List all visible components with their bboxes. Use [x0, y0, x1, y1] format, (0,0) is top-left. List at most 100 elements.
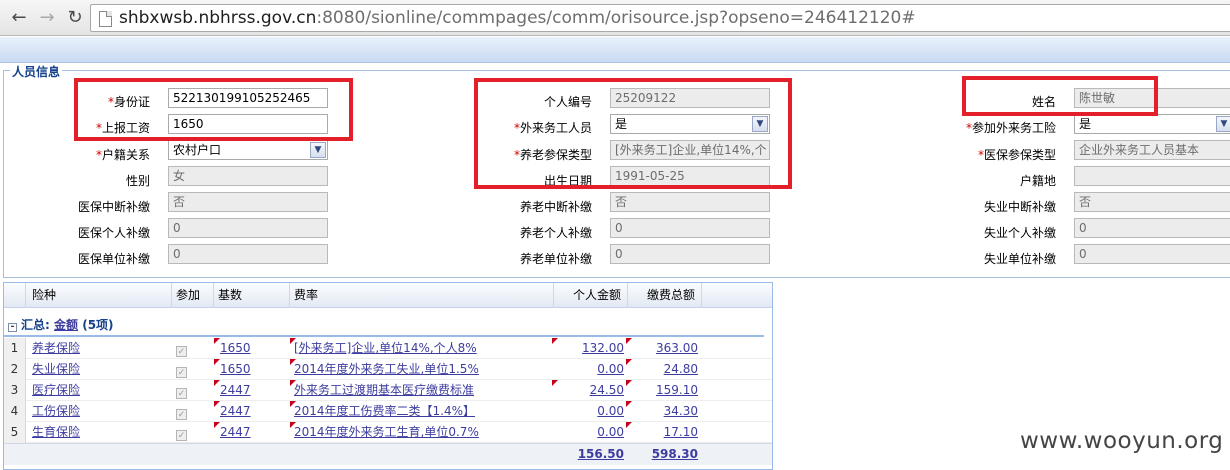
- header-insurance-type[interactable]: 险种: [26, 283, 172, 308]
- insurance-type-link[interactable]: 生育保险: [32, 422, 172, 443]
- rate-cell[interactable]: 外来务工过渡期基本医疗缴费标准: [294, 380, 552, 401]
- unemp-personal-field: 0: [1074, 218, 1230, 238]
- rate-cell[interactable]: [外来务工]企业,单位14%,个人8%: [294, 338, 552, 359]
- unemp-personal-label: 失业个人补缴: [983, 226, 1056, 240]
- rate-cell[interactable]: 2014年度工伤费率二类【1.4%】: [294, 401, 552, 422]
- group-count: (5项): [82, 318, 114, 332]
- med-interrupt-label: 医保中断补缴: [77, 200, 150, 214]
- url-path: :8080/sionline/commpages/comm/orisource.…: [316, 8, 916, 28]
- url-text: shbxwsb.nbhrss.gov.cn:8080/sionline/comm…: [119, 8, 916, 28]
- row-number: 4: [4, 401, 26, 422]
- pen-unit-label: 养老单位补缴: [519, 252, 592, 266]
- med-interrupt-field: 否: [168, 192, 328, 212]
- pen-interrupt-field: 否: [610, 192, 770, 212]
- hukou-place-label: 户籍地: [1019, 174, 1056, 188]
- checkbox-icon: ✓: [176, 367, 187, 378]
- sum-personal-amount[interactable]: 156.50: [554, 444, 624, 465]
- unemp-interrupt-label: 失业中断补缴: [983, 200, 1056, 214]
- section-legend: 人员信息: [10, 63, 63, 80]
- hukou-place-field: [1074, 166, 1230, 186]
- gender-label: 性别: [125, 174, 150, 188]
- personal-amount-cell[interactable]: 0.00: [554, 359, 624, 380]
- checkbox-icon: ✓: [176, 430, 187, 441]
- chevron-down-icon[interactable]: ▼: [310, 142, 326, 158]
- header-row-number: [4, 283, 26, 308]
- highlight-box-pension: [474, 78, 792, 189]
- back-arrow-icon[interactable]: ←: [6, 6, 32, 30]
- personal-amount-cell[interactable]: 132.00: [554, 338, 624, 359]
- rate-cell[interactable]: 2014年度外来务工生育,单位0.7%: [294, 422, 552, 443]
- base-cell[interactable]: 2447: [220, 380, 286, 401]
- checkbox-icon: ✓: [176, 409, 187, 420]
- table-row[interactable]: 3 医疗保险 ✓ 2447 外来务工过渡期基本医疗缴费标准 24.50 159.…: [4, 380, 772, 401]
- base-cell[interactable]: 2447: [220, 422, 286, 443]
- join-migrant-select[interactable]: 是 ▼: [1074, 114, 1230, 134]
- insurance-type-link[interactable]: 医疗保险: [32, 380, 172, 401]
- join-checkbox[interactable]: ✓: [176, 401, 206, 422]
- row-number: 3: [4, 380, 26, 401]
- url-host: shbxwsb.nbhrss.gov.cn: [119, 8, 317, 28]
- checkbox-icon: ✓: [176, 388, 187, 399]
- grid-header: 险种 参加 基数 费率 个人金额 缴费总额: [4, 283, 772, 308]
- unemp-unit-field: 0: [1074, 244, 1230, 264]
- checkbox-icon: ✓: [176, 346, 187, 357]
- sum-total-amount[interactable]: 598.30: [628, 444, 698, 465]
- total-amount-cell[interactable]: 159.10: [628, 380, 698, 401]
- join-checkbox[interactable]: ✓: [176, 422, 206, 443]
- pen-interrupt-label: 养老中断补缴: [519, 200, 592, 214]
- table-row[interactable]: 2 失业保险 ✓ 1650 2014年度外来务工失业,单位1.5% 0.00 2…: [4, 359, 772, 380]
- join-checkbox[interactable]: ✓: [176, 338, 206, 359]
- highlight-box-name: [962, 76, 1158, 116]
- base-cell[interactable]: 2447: [220, 401, 286, 422]
- unemp-unit-label: 失业单位补缴: [983, 252, 1056, 266]
- household-value: 农村户口: [173, 143, 222, 157]
- total-amount-cell[interactable]: 34.30: [628, 401, 698, 422]
- rate-cell[interactable]: 2014年度外来务工失业,单位1.5%: [294, 359, 552, 380]
- header-base[interactable]: 基数: [214, 283, 290, 308]
- table-row[interactable]: 5 生育保险 ✓ 2447 2014年度外来务工生育,单位0.7% 0.00 1…: [4, 422, 772, 443]
- unemp-interrupt-field: 否: [1074, 192, 1230, 212]
- total-amount-cell[interactable]: 24.80: [628, 359, 698, 380]
- med-personal-label: 医保个人补缴: [77, 226, 150, 240]
- insurance-type-link[interactable]: 失业保险: [32, 359, 172, 380]
- watermark-text: www.wooyun.org: [1020, 428, 1224, 454]
- header-personal-amount[interactable]: 个人金额: [554, 283, 628, 308]
- household-label: *户籍关系: [95, 148, 150, 162]
- reload-icon[interactable]: ↻: [62, 6, 88, 30]
- header-total-amount[interactable]: 缴费总额: [628, 283, 702, 308]
- join-migrant-value: 是: [1079, 117, 1092, 131]
- insurance-type-link[interactable]: 工伤保险: [32, 401, 172, 422]
- personal-amount-cell[interactable]: 24.50: [554, 380, 624, 401]
- address-bar[interactable]: shbxwsb.nbhrss.gov.cn:8080/sionline/comm…: [90, 4, 1230, 32]
- join-checkbox[interactable]: ✓: [176, 359, 206, 380]
- base-cell[interactable]: 1650: [220, 359, 286, 380]
- highlight-box-id-wage: [74, 78, 353, 141]
- header-rate[interactable]: 费率: [290, 283, 554, 308]
- base-cell[interactable]: 1650: [220, 338, 286, 359]
- collapse-minus-icon[interactable]: -: [8, 323, 17, 332]
- forward-arrow-icon[interactable]: →: [34, 6, 60, 30]
- pen-personal-label: 养老个人补缴: [519, 226, 592, 240]
- group-prefix: 汇总:: [21, 318, 50, 332]
- chevron-down-icon[interactable]: ▼: [1216, 116, 1230, 132]
- browser-toolbar: ← → ↻ shbxwsb.nbhrss.gov.cn:8080/sionlin…: [0, 0, 1230, 36]
- row-number: 1: [4, 338, 26, 359]
- summary-row: 156.50 598.30: [4, 443, 772, 465]
- total-amount-cell[interactable]: 17.10: [628, 422, 698, 443]
- personal-amount-cell[interactable]: 0.00: [554, 401, 624, 422]
- join-migrant-label: *参加外来务工险: [965, 121, 1056, 135]
- join-checkbox[interactable]: ✓: [176, 380, 206, 401]
- total-amount-cell[interactable]: 363.00: [628, 338, 698, 359]
- med-type-field: 企业外来务工人员基本: [1074, 140, 1230, 160]
- group-divider: [4, 335, 764, 337]
- table-row[interactable]: 1 养老保险 ✓ 1650 [外来务工]企业,单位14%,个人8% 132.00…: [4, 338, 772, 359]
- group-summary-row[interactable]: - 汇总: 金额 (5项): [4, 313, 772, 337]
- header-join[interactable]: 参加: [172, 283, 214, 308]
- table-row[interactable]: 4 工伤保险 ✓ 2447 2014年度工伤费率二类【1.4%】 0.00 34…: [4, 401, 772, 422]
- household-select[interactable]: 农村户口 ▼: [168, 140, 328, 160]
- insurance-type-link[interactable]: 养老保险: [32, 338, 172, 359]
- personal-amount-cell[interactable]: 0.00: [554, 422, 624, 443]
- row-number: 2: [4, 359, 26, 380]
- group-amount-link[interactable]: 金额: [54, 318, 78, 332]
- med-personal-field: 0: [168, 218, 328, 238]
